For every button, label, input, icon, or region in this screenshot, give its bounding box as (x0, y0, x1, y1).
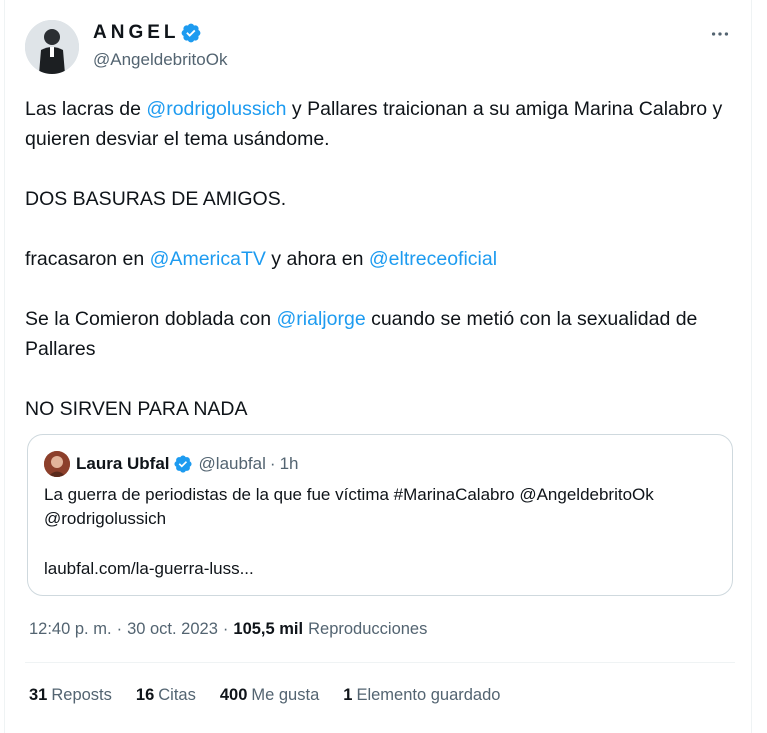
author-display-name[interactable]: ANGEL (93, 22, 180, 44)
bookmarks-count: 1 (343, 686, 353, 704)
tweet-paragraph: Las lacras de @rodrigolussich y Pallares… (25, 94, 735, 154)
author-avatar[interactable] (25, 20, 79, 74)
reposts-count: 31 (29, 686, 48, 704)
quotes-stat[interactable]: 16 Citas (136, 686, 196, 705)
tweet-metadata: 12:40 p. m. · 30 oct. 2023 · 105,5 mil R… (29, 620, 427, 639)
tweet-text-segment: y ahora en (265, 248, 369, 270)
author-name-row[interactable]: ANGEL (93, 22, 202, 44)
quoted-author-avatar (44, 451, 70, 477)
quoted-text-line: @rodrigolussich (44, 509, 167, 528)
mention-link[interactable]: @rialjorge (277, 308, 366, 330)
quoted-tweet-header: Laura Ubfal @laubfal · 1h (44, 451, 298, 477)
reposts-label: Reposts (51, 686, 112, 704)
tweet-paragraph: DOS BASURAS DE AMIGOS. (25, 188, 287, 210)
separator-dot: · (116, 620, 123, 638)
tweet-text: Las lacras de @rodrigolussich y Pallares… (25, 94, 735, 424)
views-label: Reproducciones (308, 620, 428, 638)
quotes-label: Citas (158, 686, 196, 704)
mention-link[interactable]: @eltreceoficial (369, 248, 497, 270)
quoted-tweet-time: 1h (279, 454, 299, 473)
tweet-text-segment: fracasaron en (25, 248, 150, 270)
mention-link[interactable]: @AmericaTV (150, 248, 266, 270)
tweet-date[interactable]: 30 oct. 2023 (127, 620, 218, 639)
quoted-tweet-link[interactable]: laubfal.com/la-guerra-luss... (44, 559, 254, 579)
mention-link[interactable]: @rodrigolussich (146, 98, 286, 120)
views-count: 105,5 mil (233, 620, 304, 638)
quoted-tweet[interactable]: Laura Ubfal @laubfal · 1h La guerra de p… (27, 434, 733, 596)
quoted-tweet-text: La guerra de periodistas de la que fue v… (44, 483, 724, 531)
quoted-author-name: Laura Ubfal (76, 454, 170, 473)
verified-badge-icon (181, 23, 200, 43)
divider (25, 662, 735, 663)
tweet-paragraph: Se la Comieron doblada con @rialjorge cu… (25, 304, 735, 364)
likes-count: 400 (219, 686, 248, 704)
separator-dot: · (222, 620, 229, 638)
more-options-icon (711, 32, 729, 36)
author-handle[interactable]: @AngeldebritoOk (93, 50, 227, 70)
engagement-stats: 31 Reposts 16 Citas 400 Me gusta 1 Elemento … (29, 686, 524, 705)
verified-badge-icon (173, 455, 192, 473)
tweet-text-segment: Las lacras de (25, 98, 147, 120)
separator-dot: · (269, 454, 276, 473)
bookmarks-label: Elemento guardado (356, 686, 501, 704)
tweet-paragraph: NO SIRVEN PARA NADA (25, 398, 248, 420)
tweet-time[interactable]: 12:40 p. m. (29, 620, 112, 639)
likes-label: Me gusta (251, 686, 320, 704)
likes-stat[interactable]: 400 Me gusta (220, 686, 319, 705)
quoted-text-line: La guerra de periodistas de la que fue v… (44, 485, 654, 504)
tweet-paragraph: fracasaron en @AmericaTV y ahora en @elt… (25, 244, 735, 274)
more-options-button[interactable] (705, 22, 735, 46)
tweet-card: ANGEL @AngeldebritoOk Las lacras de @rod… (4, 0, 752, 733)
quotes-count: 16 (135, 686, 155, 704)
bookmarks-stat[interactable]: 1 Elemento guardado (343, 686, 500, 705)
tweet-text-segment: Se la Comieron doblada con (25, 308, 277, 330)
reposts-stat[interactable]: 31 Reposts (29, 686, 112, 705)
quoted-author-handle: @laubfal (198, 454, 266, 473)
